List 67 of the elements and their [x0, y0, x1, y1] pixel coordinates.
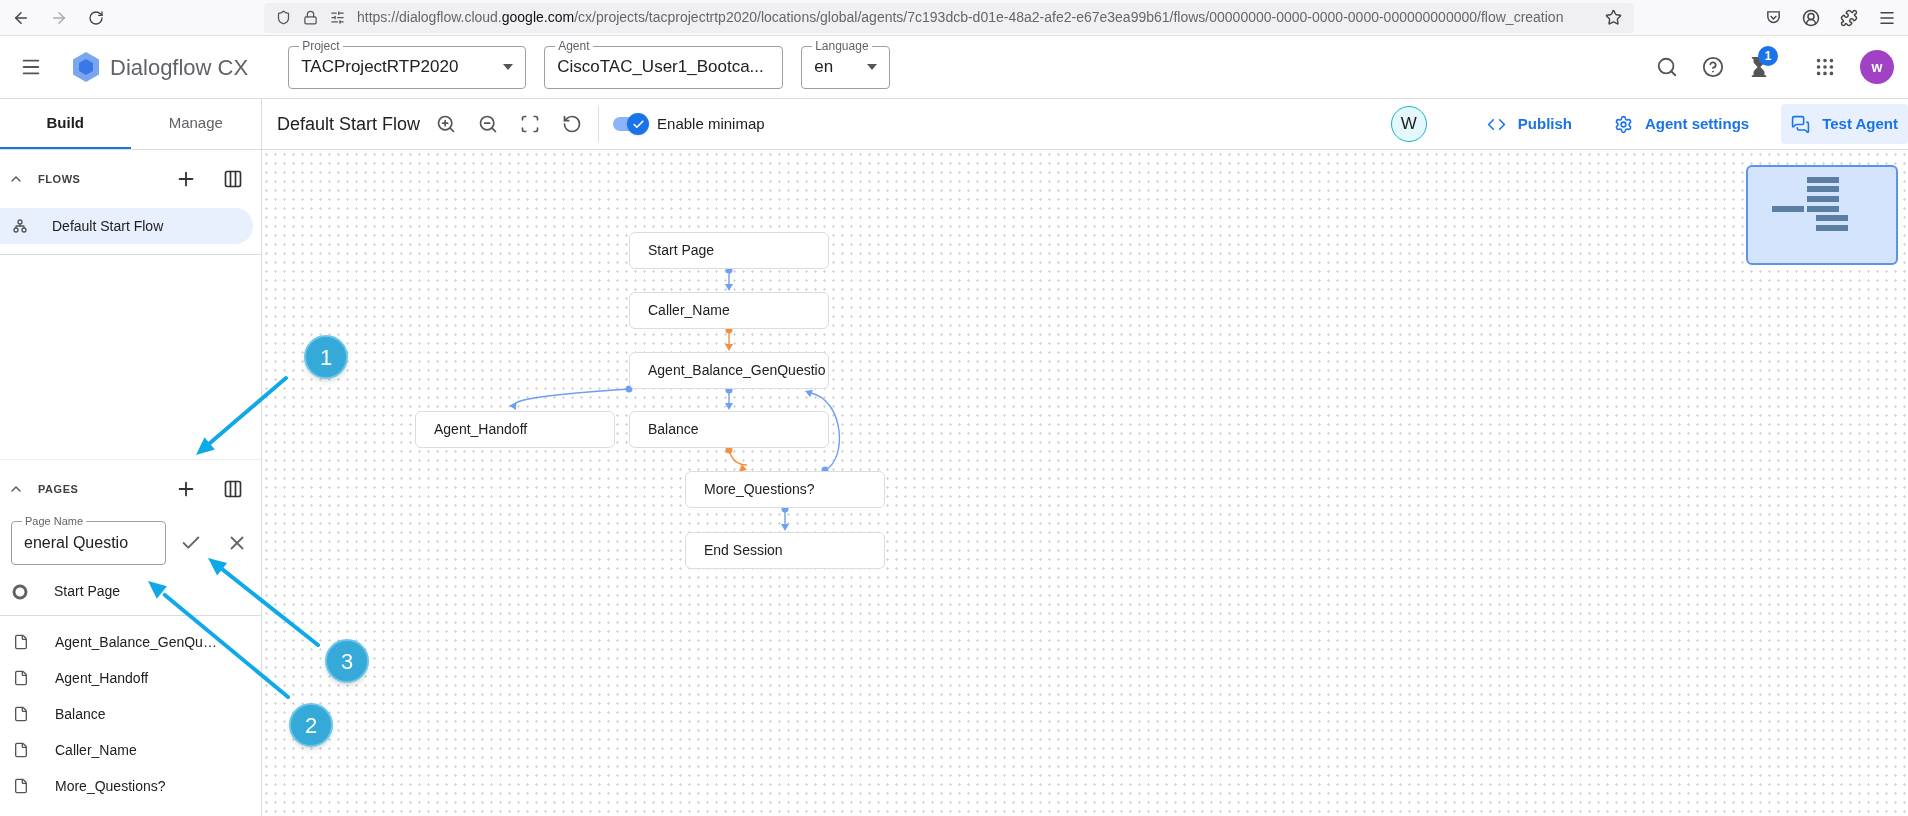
field-label: Page Name: [22, 514, 87, 528]
help-icon[interactable]: [1702, 56, 1724, 78]
extensions-icon[interactable]: [1840, 8, 1858, 27]
check-icon: [631, 117, 645, 131]
field-value: CiscoTAC_User1_Bootca...: [557, 56, 764, 79]
page-node[interactable]: Start Page: [629, 232, 829, 269]
account-icon[interactable]: [1802, 8, 1820, 27]
table-icon[interactable]: [223, 169, 243, 189]
callout-badge: 1: [304, 335, 348, 379]
field-value: TACProjectRTP2020: [301, 56, 459, 79]
callout-badge: 3: [325, 639, 369, 683]
url-text: https://dialogflow.cloud.google.com/cx/projects/tacprojectrtp2020/locations/global/agents/7c193dcb-d01e-48a2-afe2-e67e3ea99b61/flows/00000000-0000-0000-0000-000000000000/flow_creation: [357, 8, 1564, 27]
flow-title: Default Start Flow: [277, 112, 421, 136]
dropdown-caret-icon: [867, 64, 878, 70]
page-node[interactable]: Agent_Handoff: [415, 411, 615, 448]
apps-grid-icon[interactable]: [1814, 56, 1836, 78]
page-item[interactable]: Start Page: [54, 581, 121, 602]
page-node[interactable]: Balance: [629, 411, 829, 448]
user-avatar[interactable]: w: [1860, 50, 1894, 84]
dropdown-caret-icon: [503, 64, 514, 70]
flow-item[interactable]: Default Start Flow: [0, 208, 253, 244]
section-title: PAGES: [38, 481, 79, 497]
page-icon: [13, 742, 29, 758]
page-node[interactable]: End Session: [685, 532, 885, 569]
page-item[interactable]: More_Questions?: [55, 775, 166, 797]
rotate-icon[interactable]: [562, 114, 583, 134]
nav-tab[interactable]: Build: [0, 99, 131, 149]
fit-view-icon[interactable]: [520, 114, 541, 134]
notification-badge: 1: [1758, 46, 1778, 66]
lock-icon: [303, 10, 318, 25]
section-title: FLOWS: [38, 171, 81, 187]
permissions-icon: [330, 10, 345, 25]
ring-icon: [12, 583, 28, 600]
table-icon[interactable]: [223, 479, 243, 499]
shield-icon: [276, 10, 291, 25]
search-icon[interactable]: [1656, 56, 1678, 78]
page-icon: [13, 706, 29, 722]
nav-tab[interactable]: Manage: [130, 99, 261, 149]
address-bar[interactable]: https://dialogflow.cloud.google.com/cx/projects/tacprojectrtp2020/locations/global/agents/7c193dcb-d01e-48a2-afe2-e67e3ea99b61/flows/00000000-0000-0000-0000-000000000000/flow_creation: [264, 2, 1634, 33]
zoom-out-icon[interactable]: [478, 114, 499, 134]
bookmark-star-icon[interactable]: [1605, 9, 1622, 26]
page-item[interactable]: Caller_Name: [55, 739, 137, 761]
field-value: en: [814, 56, 834, 79]
page-item[interactable]: Agent_Balance_GenQu…: [55, 631, 217, 653]
toggle-label: Enable minimap: [657, 113, 765, 134]
page-item[interactable]: Balance: [55, 703, 106, 725]
page-node[interactable]: Caller_Name: [629, 292, 829, 329]
chat-icon: [1791, 114, 1811, 134]
toolbar-action[interactable]: Test Agent: [1781, 104, 1908, 144]
reviewer-avatar: W: [1390, 106, 1427, 142]
page-node[interactable]: Agent_Balance_GenQuestio: [629, 352, 829, 389]
zoom-in-icon[interactable]: [436, 114, 457, 134]
flow-icon: [12, 218, 28, 234]
page-node[interactable]: More_Questions?: [685, 471, 885, 508]
reload-icon[interactable]: [88, 9, 104, 26]
toolbar-action[interactable]: Agent settings: [1603, 104, 1760, 144]
pocket-icon[interactable]: [1765, 9, 1782, 26]
page-icon: [13, 670, 29, 686]
settings-icon: [1613, 114, 1633, 134]
page-icon: [13, 634, 29, 650]
callout-badge: 2: [289, 703, 333, 747]
page-item[interactable]: Agent_Handoff: [55, 667, 149, 689]
cube-logo-icon: [72, 51, 100, 83]
product-title: Dialogflow CX: [110, 53, 249, 82]
field-value: eneral Questio: [24, 533, 129, 553]
toolbar-action[interactable]: Publish: [1476, 104, 1582, 144]
page-icon: [13, 778, 29, 794]
